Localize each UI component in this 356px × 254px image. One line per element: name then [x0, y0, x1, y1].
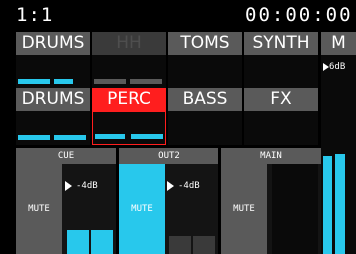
- track-meter-bar: [130, 79, 162, 84]
- output-label-cue: CUE: [16, 148, 116, 164]
- device-screen: 1:1 00:00:00 DRUMS HH TOMS SYNTH DRUMS P…: [0, 0, 356, 254]
- output-meter-cue-left: [67, 230, 89, 254]
- track-name: DRUMS: [16, 88, 90, 111]
- track-meter-area: [168, 111, 242, 145]
- track-tile-fx[interactable]: FX: [244, 88, 318, 145]
- output-meter-cue-right: [91, 230, 113, 254]
- track-meter-bar: [54, 135, 86, 140]
- track-meter-area: [92, 55, 166, 89]
- time-counter: 00:00:00: [245, 4, 353, 26]
- track-meter-area: [244, 111, 318, 145]
- track-tile-synth[interactable]: SYNTH: [244, 32, 318, 89]
- track-meter-area: [244, 55, 318, 89]
- track-name: DRUMS: [16, 32, 90, 55]
- track-meter-area: [168, 55, 242, 89]
- output-level-cue: -4dB: [76, 181, 98, 191]
- track-meter-bar: [18, 79, 50, 84]
- track-meter-area: [16, 55, 90, 89]
- output-meter-main: [272, 164, 318, 254]
- output-divider: [116, 148, 119, 254]
- level-pointer-icon: [65, 181, 72, 191]
- track-name: TOMS: [168, 32, 242, 55]
- track-name: BASS: [168, 88, 242, 111]
- track-tile-bass[interactable]: BASS: [168, 88, 242, 145]
- level-pointer-icon: [167, 181, 174, 191]
- header-bar: 1:1 00:00:00: [0, 0, 356, 30]
- track-name: FX: [244, 88, 318, 111]
- master-level: 6dB: [329, 62, 346, 72]
- track-meter-bar: [131, 134, 163, 139]
- output-meter-out2-right: [193, 236, 215, 254]
- track-name: PERC: [92, 88, 166, 111]
- mute-button-main[interactable]: MUTE: [221, 164, 267, 254]
- track-tile-drums-2[interactable]: DRUMS: [16, 88, 90, 145]
- track-tile-hh[interactable]: HH: [92, 32, 166, 89]
- track-name: SYNTH: [244, 32, 318, 55]
- master-label: M: [321, 32, 356, 55]
- track-meter-bar: [95, 134, 125, 139]
- mute-button-out2[interactable]: MUTE: [119, 164, 165, 254]
- output-meter-out2-left: [169, 236, 191, 254]
- mute-button-cue[interactable]: MUTE: [16, 164, 62, 254]
- track-meter-area: [92, 111, 166, 145]
- track-name: HH: [92, 32, 166, 55]
- track-meter-bar: [54, 79, 73, 84]
- track-meter-bar: [18, 135, 50, 140]
- track-meter-bar: [94, 79, 126, 84]
- track-meter-area: [16, 111, 90, 145]
- output-level-out2: -4dB: [178, 181, 200, 191]
- track-tile-drums[interactable]: DRUMS: [16, 32, 90, 89]
- output-label-main: MAIN: [221, 148, 321, 164]
- master-meter-right: [335, 154, 345, 254]
- track-tile-toms[interactable]: TOMS: [168, 32, 242, 89]
- output-label-out2: OUT2: [119, 148, 219, 164]
- song-position: 1:1: [16, 4, 54, 26]
- master-meter-left: [323, 156, 332, 254]
- output-divider: [218, 148, 221, 254]
- track-tile-perc[interactable]: PERC: [92, 88, 166, 145]
